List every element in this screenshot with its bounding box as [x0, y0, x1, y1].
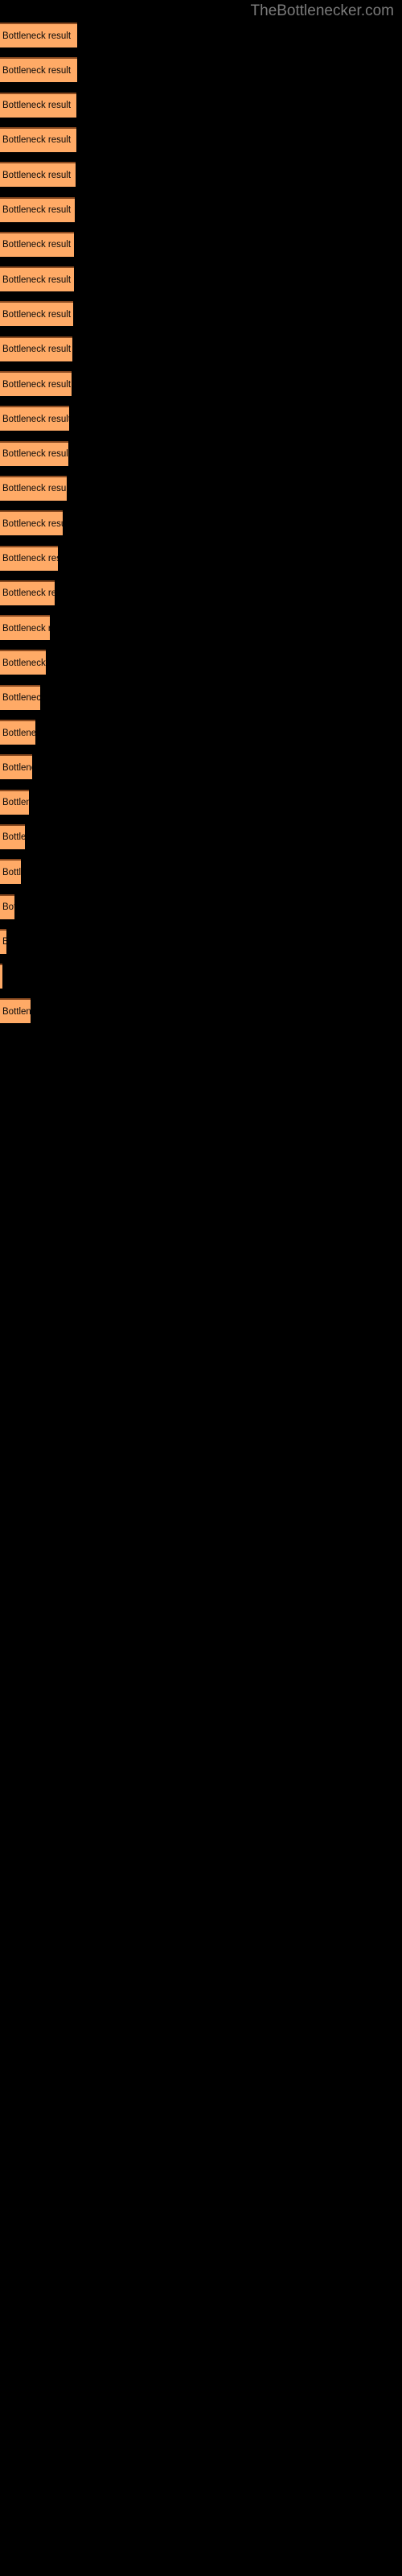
bar-label: Bottleneck result — [2, 798, 29, 808]
bar-label: Bottleneck result — [2, 867, 21, 877]
bar-row: Bottleneck result — [0, 440, 402, 466]
bar-row: Bottleneck result — [0, 650, 402, 675]
bar-label: Bottleneck result — [2, 832, 25, 843]
bar-row: Bottleneck result — [0, 406, 402, 431]
bar-label: Bottleneck result — [2, 170, 72, 180]
bar[interactable]: Bottleneck result — [0, 57, 77, 83]
bar-row: Bottleneck result — [0, 475, 402, 501]
bar-label: Bottleneck result — [2, 658, 46, 668]
bar[interactable]: Bottleneck result — [0, 510, 63, 536]
bar[interactable]: Bottleneck result — [0, 545, 58, 571]
bar-label: Bottleneck result — [2, 414, 69, 424]
bar[interactable]: Bottleneck result — [0, 964, 2, 989]
bar[interactable]: Bottleneck result — [0, 301, 73, 327]
bar-row: Bottleneck result — [0, 301, 402, 327]
bar-label: Bottleneck result — [2, 937, 6, 947]
bar[interactable]: Bottleneck result — [0, 231, 74, 257]
bar-label: Bottleneck result — [2, 623, 50, 634]
bar-label: Bottleneck result — [2, 588, 55, 599]
bar[interactable]: Bottleneck result — [0, 894, 14, 919]
bar[interactable]: Bottleneck result — [0, 650, 46, 675]
bar-row: Bottleneck result — [0, 615, 402, 641]
bar-row: Bottleneck result — [0, 859, 402, 885]
page-root: TheBottlenecker.com Bottleneck result Bot… — [0, 0, 402, 2576]
bar[interactable]: Bottleneck result — [0, 580, 55, 605]
bar-label: Bottleneck result — [2, 449, 68, 460]
bar-row: Bottleneck result — [0, 510, 402, 536]
bar[interactable]: Bottleneck result — [0, 475, 67, 501]
bar[interactable]: Bottleneck result — [0, 440, 68, 466]
bar-row: Bottleneck result — [0, 266, 402, 292]
bar[interactable]: Bottleneck result — [0, 336, 72, 361]
bar[interactable]: Bottleneck result — [0, 615, 50, 641]
bottleneck-bar-chart: Bottleneck result Bottleneck result Bottle… — [0, 0, 402, 2576]
bar-row: Bottleneck result — [0, 824, 402, 849]
bar-row: Bottleneck result — [0, 196, 402, 222]
bar-label: Bottleneck result — [2, 31, 72, 41]
bar[interactable]: Bottleneck result — [0, 824, 25, 849]
bar-row: Bottleneck result — [0, 231, 402, 257]
bar-label: Bottleneck result — [2, 65, 72, 76]
bar[interactable]: Bottleneck result — [0, 126, 76, 152]
bar-row: Bottleneck result — [0, 580, 402, 605]
bar-row: Bottleneck result — [0, 998, 402, 1024]
bar-label: Bottleneck result — [2, 484, 67, 494]
bar-label: Bottleneck result — [2, 762, 32, 773]
bar-row: Bottleneck result — [0, 964, 402, 989]
bar-row: Bottleneck result — [0, 162, 402, 188]
bar[interactable]: Bottleneck result — [0, 266, 74, 292]
bar-row: Bottleneck result — [0, 789, 402, 815]
bar-row: Bottleneck result — [0, 92, 402, 118]
bar-row: Bottleneck result — [0, 336, 402, 361]
bar-label: Bottleneck result — [2, 345, 72, 355]
bar[interactable]: Bottleneck result — [0, 92, 76, 118]
bar-label: Bottleneck result — [2, 379, 72, 390]
bar-label: Bottleneck result — [2, 101, 72, 111]
bar-row: Bottleneck result — [0, 754, 402, 780]
bar-row: Bottleneck result — [0, 126, 402, 152]
bar-row: Bottleneck result — [0, 894, 402, 919]
bar-label: Bottleneck result — [2, 518, 63, 529]
bar-label: Bottleneck result — [2, 1006, 31, 1017]
bar[interactable]: Bottleneck result — [0, 406, 69, 431]
bar-row: Bottleneck result — [0, 57, 402, 83]
bar-label: Bottleneck result — [2, 240, 72, 250]
bar[interactable]: Bottleneck result — [0, 998, 31, 1024]
bar[interactable]: Bottleneck result — [0, 720, 35, 745]
bar[interactable]: Bottleneck result — [0, 162, 76, 188]
bar[interactable]: Bottleneck result — [0, 684, 40, 710]
bar[interactable]: Bottleneck result — [0, 196, 75, 222]
bar-label: Bottleneck result — [2, 205, 72, 215]
bar-label: Bottleneck result — [2, 135, 72, 146]
bar-label: Bottleneck result — [2, 309, 72, 320]
bar-row: Bottleneck result — [0, 23, 402, 47]
bar[interactable]: Bottleneck result — [0, 371, 72, 396]
bar[interactable]: Bottleneck result — [0, 23, 77, 47]
bar-label: Bottleneck result — [2, 554, 58, 564]
bar-row: Bottleneck result — [0, 684, 402, 710]
bar-label: Bottleneck result — [2, 728, 35, 738]
bar-row: Bottleneck result — [0, 545, 402, 571]
bar-row: Bottleneck result — [0, 720, 402, 745]
bar[interactable]: Bottleneck result — [0, 754, 32, 780]
bar[interactable]: Bottleneck result — [0, 928, 6, 954]
bar-row: Bottleneck result — [0, 928, 402, 954]
bar-label: Bottleneck result — [2, 693, 40, 704]
bar-row: Bottleneck result — [0, 371, 402, 396]
bar-label: Bottleneck result — [2, 902, 14, 912]
bar[interactable]: Bottleneck result — [0, 859, 21, 885]
bar-label: Bottleneck result — [2, 275, 72, 285]
bar[interactable]: Bottleneck result — [0, 789, 29, 815]
